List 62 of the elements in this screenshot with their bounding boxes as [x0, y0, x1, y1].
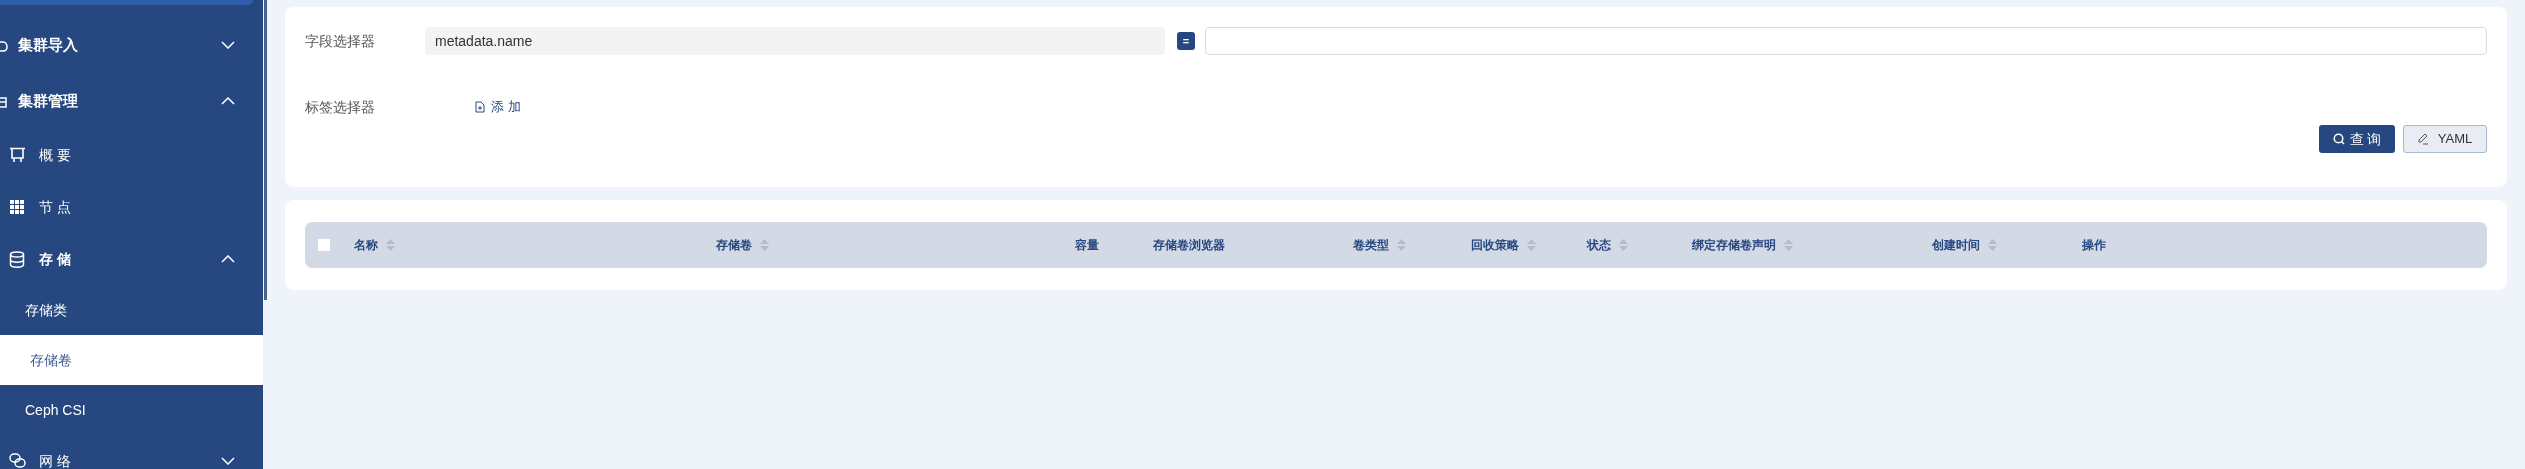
chevron-down-icon	[221, 457, 235, 465]
file-plus-icon	[475, 101, 485, 113]
column-header[interactable]: 存储卷	[716, 235, 1075, 255]
column-header[interactable]: 创建时间	[1932, 235, 2082, 255]
sidebar-item-label: 存储	[39, 249, 76, 269]
sort-icon	[1527, 239, 1536, 251]
chevron-up-icon	[221, 97, 235, 105]
column-label: 容量	[1075, 237, 1099, 254]
column-label: 创建时间	[1932, 237, 1980, 254]
sort-icon	[1397, 239, 1406, 251]
query-button[interactable]: 查 询	[2319, 125, 2395, 153]
column-label: 卷类型	[1353, 237, 1389, 254]
operator-button[interactable]: =	[1177, 32, 1195, 50]
chat-icon	[8, 453, 26, 469]
database-icon	[9, 250, 25, 268]
column-label: 存储卷	[716, 237, 752, 254]
sidebar-item[interactable]: 存储卷	[0, 335, 263, 385]
column-label: 状态	[1587, 237, 1611, 254]
yaml-button[interactable]: YAML	[2403, 125, 2487, 153]
add-button[interactable]: 添 加	[475, 97, 521, 117]
field-value-input[interactable]	[1205, 27, 2487, 55]
column-label: 存储卷浏览器	[1153, 237, 1225, 254]
column-label: 回收策略	[1471, 237, 1519, 254]
sidebar-item[interactable]: 存储类	[0, 285, 263, 335]
column-header[interactable]: 操作	[2082, 235, 2487, 255]
chevron-down-icon	[221, 41, 235, 49]
sidebar-item-label: 集群管理	[18, 90, 79, 111]
sidebar-item[interactable]: 存储	[0, 233, 263, 285]
sidebar-item-label: 节点	[39, 197, 76, 217]
column-header[interactable]: 绑定存储卷声明	[1692, 235, 1932, 255]
column-label: 名称	[354, 237, 378, 254]
sidebar-item-label: 概要	[39, 145, 76, 165]
sidebar-item[interactable]: 集群导入	[0, 17, 263, 73]
chevron-up-icon	[221, 255, 235, 263]
column-header[interactable]: 卷类型	[1353, 235, 1471, 255]
sidebar-item[interactable]: 节点	[0, 181, 263, 233]
sort-icon	[1784, 239, 1793, 251]
sidebar-item[interactable]: 概要	[0, 129, 263, 181]
sidebar-item-label: 网络	[39, 451, 76, 469]
sort-icon	[760, 239, 769, 251]
sidebar-item[interactable]: 网络	[0, 435, 263, 469]
column-label: 绑定存储卷声明	[1692, 237, 1776, 254]
column-header[interactable]: 状态	[1587, 235, 1692, 255]
sort-icon	[386, 239, 395, 251]
board-icon	[8, 147, 26, 163]
column-header[interactable]: 名称	[354, 235, 716, 255]
sort-icon	[1619, 239, 1628, 251]
sidebar-item-label: 集群导入	[18, 34, 79, 55]
grid-icon	[9, 200, 25, 214]
column-header[interactable]: 容量	[1075, 235, 1153, 255]
column-label: 操作	[2082, 237, 2106, 254]
field-key-input[interactable]: metadata.name	[425, 27, 1165, 55]
search-icon	[2332, 133, 2345, 145]
checkbox[interactable]	[318, 239, 330, 251]
sort-icon	[1988, 239, 1997, 251]
field-label: 字段选择器	[305, 31, 376, 51]
pencil-icon	[2417, 133, 2429, 145]
column-header[interactable]: 存储卷浏览器	[1153, 235, 1353, 255]
sidebar-item[interactable]: 集群管理	[0, 73, 263, 129]
column-header[interactable]: 回收策略	[1471, 235, 1587, 255]
field-label: 标签选择器	[305, 97, 376, 117]
sidebar-item[interactable]: Ceph CSI	[0, 385, 263, 435]
